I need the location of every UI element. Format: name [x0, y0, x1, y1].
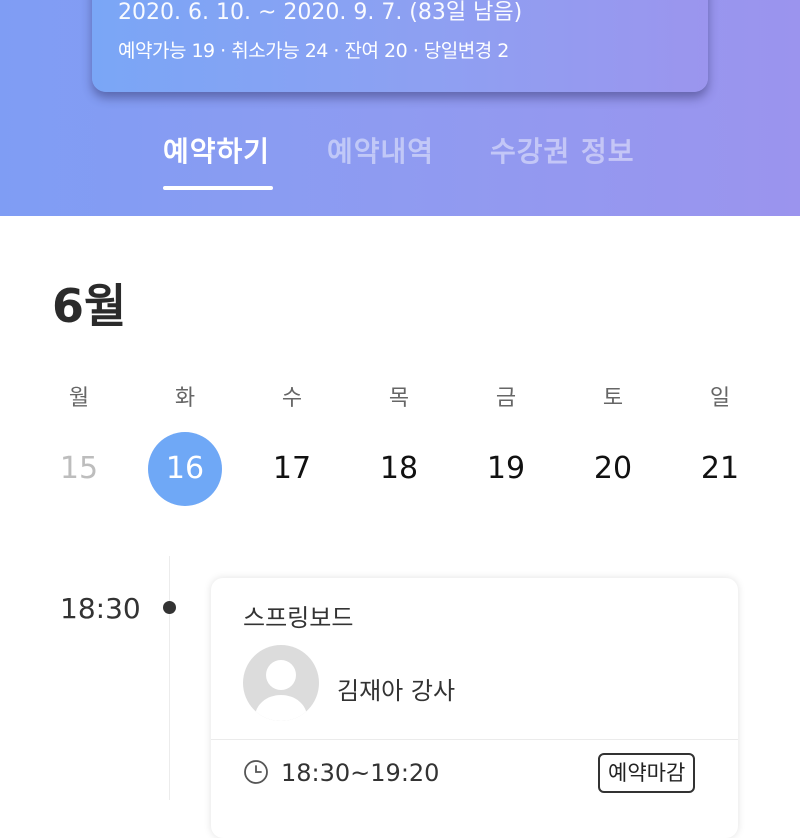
date-18[interactable]: 18 — [362, 432, 436, 506]
month-title: 6월 — [52, 279, 127, 333]
status-badge: 예약마감 — [598, 753, 696, 793]
date-17[interactable]: 17 — [255, 432, 329, 506]
date-19[interactable]: 19 — [469, 432, 543, 506]
pass-period: 2020. 6. 10. ~ 2020. 9. 7. (83일 남음) — [118, 0, 523, 25]
tab-pass-info[interactable]: 수강권 정보 — [490, 130, 635, 170]
weekday-sat: 토 — [602, 386, 624, 411]
weekday-mon: 월 — [68, 386, 90, 411]
instructor-name: 김재아 강사 — [337, 677, 456, 705]
timeline-line — [169, 556, 170, 800]
header-banner: 2020. 6. 10. ~ 2020. 9. 7. (83일 남음) 예약가능… — [0, 0, 800, 216]
weekday-wed: 수 — [281, 386, 303, 411]
class-card[interactable]: 스프링보드 김재아 강사 18:30~19:20 예약마감 — [211, 578, 738, 838]
weekday-fri: 금 — [495, 386, 517, 411]
weekday-sun: 일 — [709, 386, 731, 411]
date-20[interactable]: 20 — [576, 432, 650, 506]
class-name: 스프링보드 — [243, 604, 354, 632]
pass-summary-card[interactable]: 2020. 6. 10. ~ 2020. 9. 7. (83일 남음) 예약가능… — [92, 0, 708, 92]
pass-counts: 예약가능 19 · 취소가능 24 · 잔여 20 · 당일변경 2 — [118, 40, 509, 62]
user-silhouette-icon — [255, 660, 307, 721]
schedule-time-label: 18:30 — [60, 592, 141, 625]
weekday-tue: 화 — [174, 386, 196, 411]
instructor-avatar — [243, 645, 319, 721]
active-tab-indicator — [163, 186, 273, 190]
class-time-range: 18:30~19:20 — [281, 759, 440, 787]
date-21[interactable]: 21 — [683, 432, 757, 506]
tab-reserve[interactable]: 예약하기 — [163, 130, 270, 170]
clock-icon — [244, 760, 268, 784]
date-16-selected[interactable]: 16 — [148, 432, 222, 506]
weekday-thu: 목 — [388, 386, 410, 411]
timeline-dot — [163, 601, 176, 614]
tab-bar: 예약하기 예약내역 수강권 정보 — [0, 126, 800, 216]
date-15[interactable]: 15 — [42, 432, 116, 506]
card-divider — [211, 739, 738, 740]
tab-reservation-history[interactable]: 예약내역 — [327, 130, 434, 170]
